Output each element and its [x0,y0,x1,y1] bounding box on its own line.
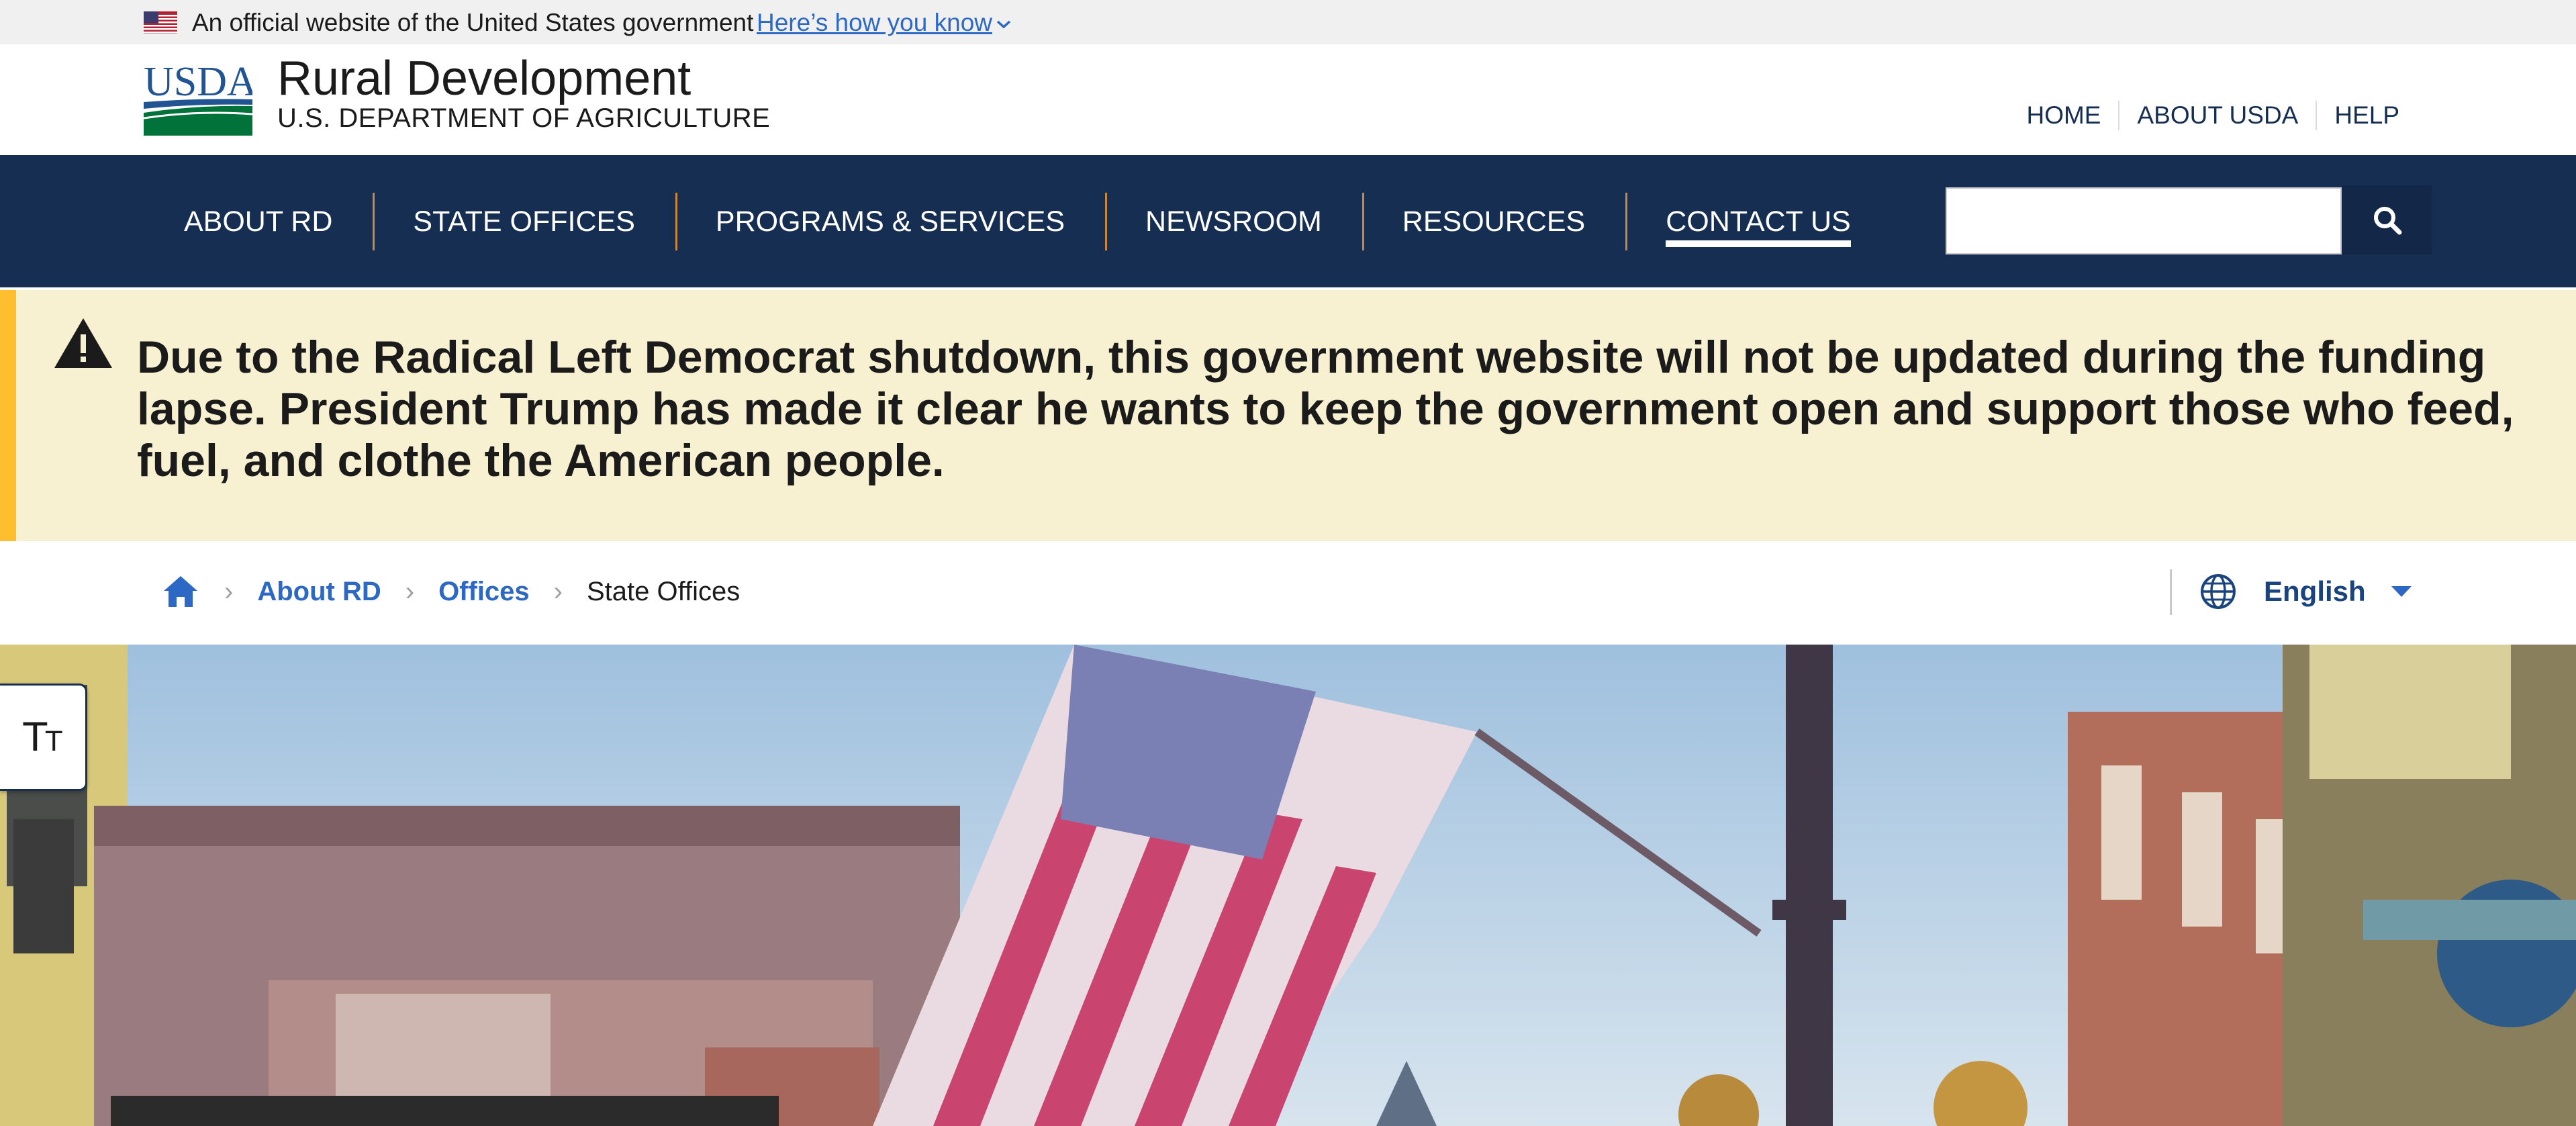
nav-item-state-offices[interactable]: STATE OFFICES [373,191,675,252]
home-icon[interactable] [161,572,200,611]
hero-caption-box [111,1096,779,1126]
how-you-know-link[interactable]: Here’s how you know [757,9,992,37]
warning-icon [54,318,112,368]
nav-item-contact-us[interactable]: CONTACT US [1625,191,1891,252]
search-button[interactable] [2342,185,2432,254]
text-size-button[interactable]: TT [0,684,87,791]
breadcrumb-separator: › [224,576,234,606]
nav-item-label: CONTACT US [1666,205,1851,238]
site-subtitle: U.S. DEPARTMENT OF AGRICULTURE [277,103,771,133]
nav-item-newsroom[interactable]: NEWSROOM [1105,191,1362,252]
breadcrumb-offices[interactable]: Offices [438,577,530,607]
hero-town-flag-image [0,645,2576,1126]
breadcrumb-separator: › [553,576,563,606]
nav-item-label: PROGRAMS & SERVICES [715,205,1065,238]
site-title[interactable]: Rural Development [277,51,691,106]
active-nav-underline [1666,240,1851,247]
util-link-help[interactable]: HELP [2316,101,2399,130]
site-header: USDA Rural Development U.S. DEPARTMENT O… [0,44,2576,155]
language-selector[interactable]: English [2199,569,2413,614]
globe-icon [2201,574,2236,609]
nav-item-label: ABOUT RD [184,205,333,238]
alert-message: Due to the Radical Left Democrat shutdow… [137,332,2514,486]
nav-item-resources[interactable]: RESOURCES [1362,191,1625,252]
util-link-about-usda[interactable]: ABOUT USDA [2118,101,2316,130]
hero-image [0,645,2576,1126]
search-input[interactable] [1946,187,2342,254]
main-nav: ABOUT RD STATE OFFICES PROGRAMS & SERVIC… [0,155,2576,287]
nav-item-about-rd[interactable]: ABOUT RD [144,191,373,252]
text-size-icon-large: T [23,714,47,760]
nav-item-label: STATE OFFICES [413,205,635,238]
nav-item-programs-services[interactable]: PROGRAMS & SERVICES [675,191,1105,252]
breadcrumb-about-rd[interactable]: About RD [257,577,381,607]
nav-item-label: NEWSROOM [1145,205,1322,238]
breadcrumb: › About RD › Offices › State Offices [161,569,740,614]
chevron-down-icon[interactable] [994,16,1014,32]
text-size-icon-small: T [46,726,62,757]
breadcrumb-current: State Offices [587,576,741,606]
util-link-home[interactable]: HOME [2009,101,2118,130]
shutdown-alert: Due to the Radical Left Democrat shutdow… [0,290,2576,541]
usda-logo[interactable]: USDA [144,60,252,136]
nav-list: ABOUT RD STATE OFFICES PROGRAMS & SERVIC… [144,191,1891,252]
search-icon [2373,206,2401,234]
nav-item-label: RESOURCES [1402,205,1586,238]
utility-nav: HOME ABOUT USDA HELP [2009,101,2399,130]
caret-down-icon [2391,586,2412,597]
us-flag-icon [144,11,177,34]
language-divider [2170,569,2172,615]
usda-logo-text: USDA [144,60,252,105]
breadcrumb-separator: › [405,576,415,606]
gov-banner-text: An official website of the United States… [192,9,754,36]
gov-banner: An official website of the United States… [0,0,2576,44]
language-label: English [2264,575,2366,607]
